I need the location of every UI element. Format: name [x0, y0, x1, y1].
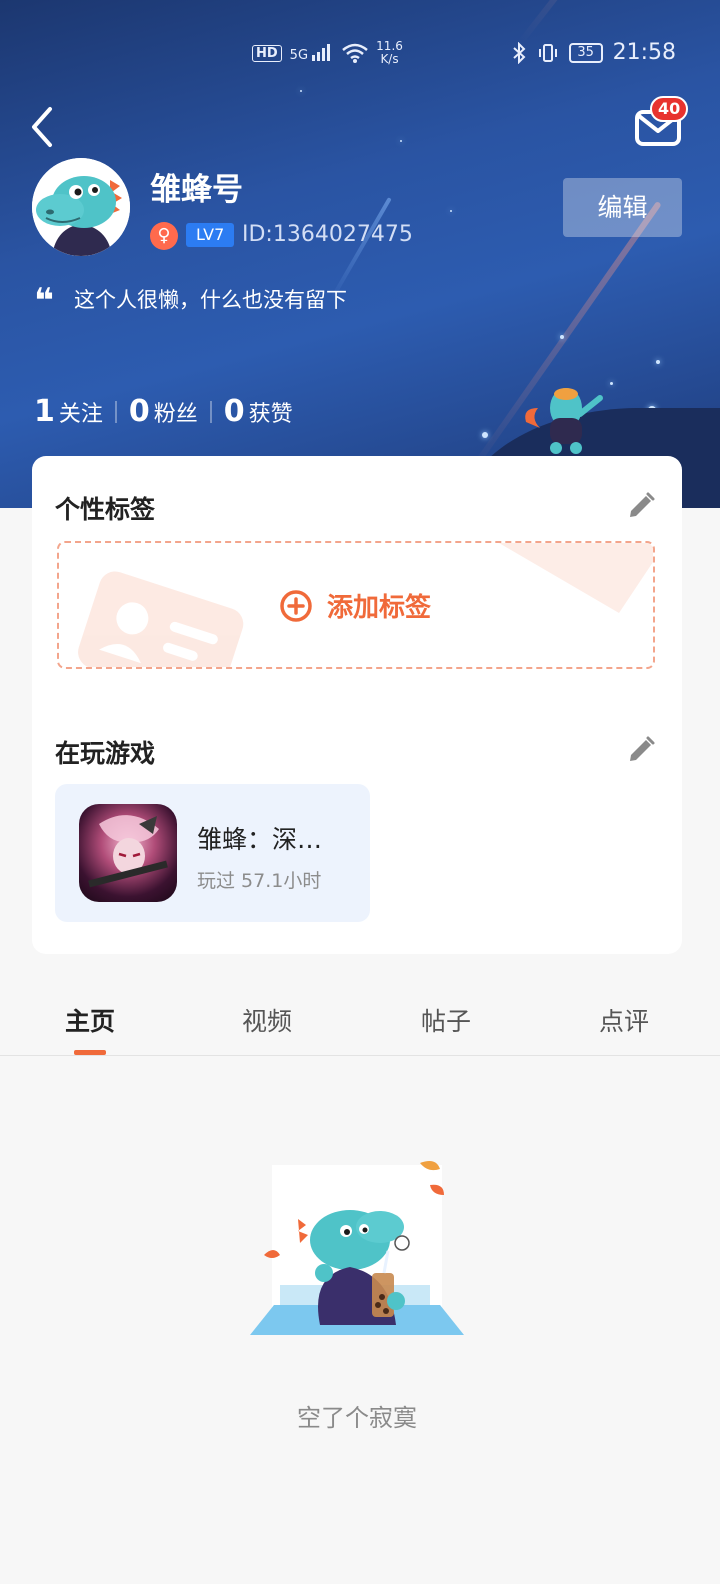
followers-count: 0	[128, 394, 150, 429]
empty-state-text: 空了个寂寞	[297, 1404, 417, 1432]
tags-section-title: 个性标签	[55, 495, 156, 524]
status-bar: HD 5G 11.6 K/s 35 21:58	[0, 36, 720, 72]
username: 雏蜂号	[150, 172, 243, 208]
edit-profile-button[interactable]: 编辑	[563, 178, 682, 237]
games-section-title: 在玩游戏	[55, 739, 156, 768]
following-label: 关注	[58, 402, 103, 427]
followers-label: 粉丝	[153, 402, 198, 427]
add-tag-button[interactable]: 添加标签	[279, 587, 431, 624]
edit-games-button[interactable]	[626, 735, 656, 765]
pencil-icon	[630, 736, 655, 761]
avatar[interactable]	[32, 158, 130, 256]
add-tag-area[interactable]: 添加标签	[57, 541, 655, 669]
stat-divider	[209, 400, 212, 423]
quote-icon: ❝	[34, 281, 54, 321]
unread-badge: 40	[650, 96, 689, 122]
following-stat[interactable]: 1 关注	[34, 394, 103, 429]
user-id: ID:1364027475	[242, 222, 413, 247]
signal-icon: 5G	[290, 43, 335, 63]
tag-watermark-icon	[499, 543, 653, 613]
dino-avatar-icon	[32, 158, 130, 256]
pencil-icon	[630, 492, 655, 517]
profile-tabs: 主页 视频 帖子 点评	[0, 992, 720, 1056]
add-tag-label: 添加标签	[327, 593, 432, 623]
bio-text: 这个人很懒，什么也没有留下	[74, 288, 347, 312]
id-card-watermark-icon	[78, 571, 244, 667]
game-name: 雏蜂：深…	[197, 825, 323, 854]
likes-stat[interactable]: 0 获赞	[224, 394, 293, 429]
vibrate-icon	[538, 43, 557, 62]
tab-videos[interactable]: 视频	[207, 1002, 327, 1038]
followers-stat[interactable]: 0 粉丝	[129, 394, 198, 429]
clock: 21:58	[612, 40, 676, 65]
tab-reviews[interactable]: 点评	[564, 1002, 684, 1038]
profile-header-background	[0, 0, 720, 508]
network-speed: 11.6 K/s	[376, 40, 403, 66]
profile-card: 个性标签 添加标签 在玩游戏 雏蜂：深… 玩过 57.1小时	[32, 456, 682, 954]
following-count: 1	[34, 394, 55, 429]
tab-posts[interactable]: 帖子	[386, 1002, 506, 1038]
female-icon: ♀	[150, 222, 178, 250]
bluetooth-icon	[512, 41, 526, 64]
stat-divider	[114, 400, 117, 423]
hd-indicator: HD	[252, 44, 282, 62]
likes-label: 获赞	[248, 402, 293, 427]
game-icon	[79, 804, 177, 902]
back-button[interactable]	[24, 104, 64, 150]
active-tab-indicator	[74, 1050, 106, 1055]
game-item[interactable]: 雏蜂：深… 玩过 57.1小时	[55, 784, 370, 922]
empty-state-illustration	[250, 1161, 464, 1335]
level-badge: LV7	[186, 223, 235, 247]
likes-count: 0	[223, 394, 245, 429]
tab-home[interactable]: 主页	[30, 1002, 150, 1038]
speed-unit: K/s	[380, 52, 399, 66]
profile-stats: 1 关注 0 粉丝 0 获赞	[34, 394, 293, 429]
plus-circle-icon	[280, 589, 312, 622]
battery-icon: 35	[568, 42, 603, 63]
wifi-icon	[342, 43, 368, 63]
network-type: 5G	[289, 48, 309, 63]
mascot-illustration	[525, 388, 603, 454]
edit-tags-button[interactable]	[626, 491, 656, 521]
game-playtime: 玩过 57.1小时	[197, 870, 322, 892]
chevron-left-icon	[32, 107, 52, 147]
